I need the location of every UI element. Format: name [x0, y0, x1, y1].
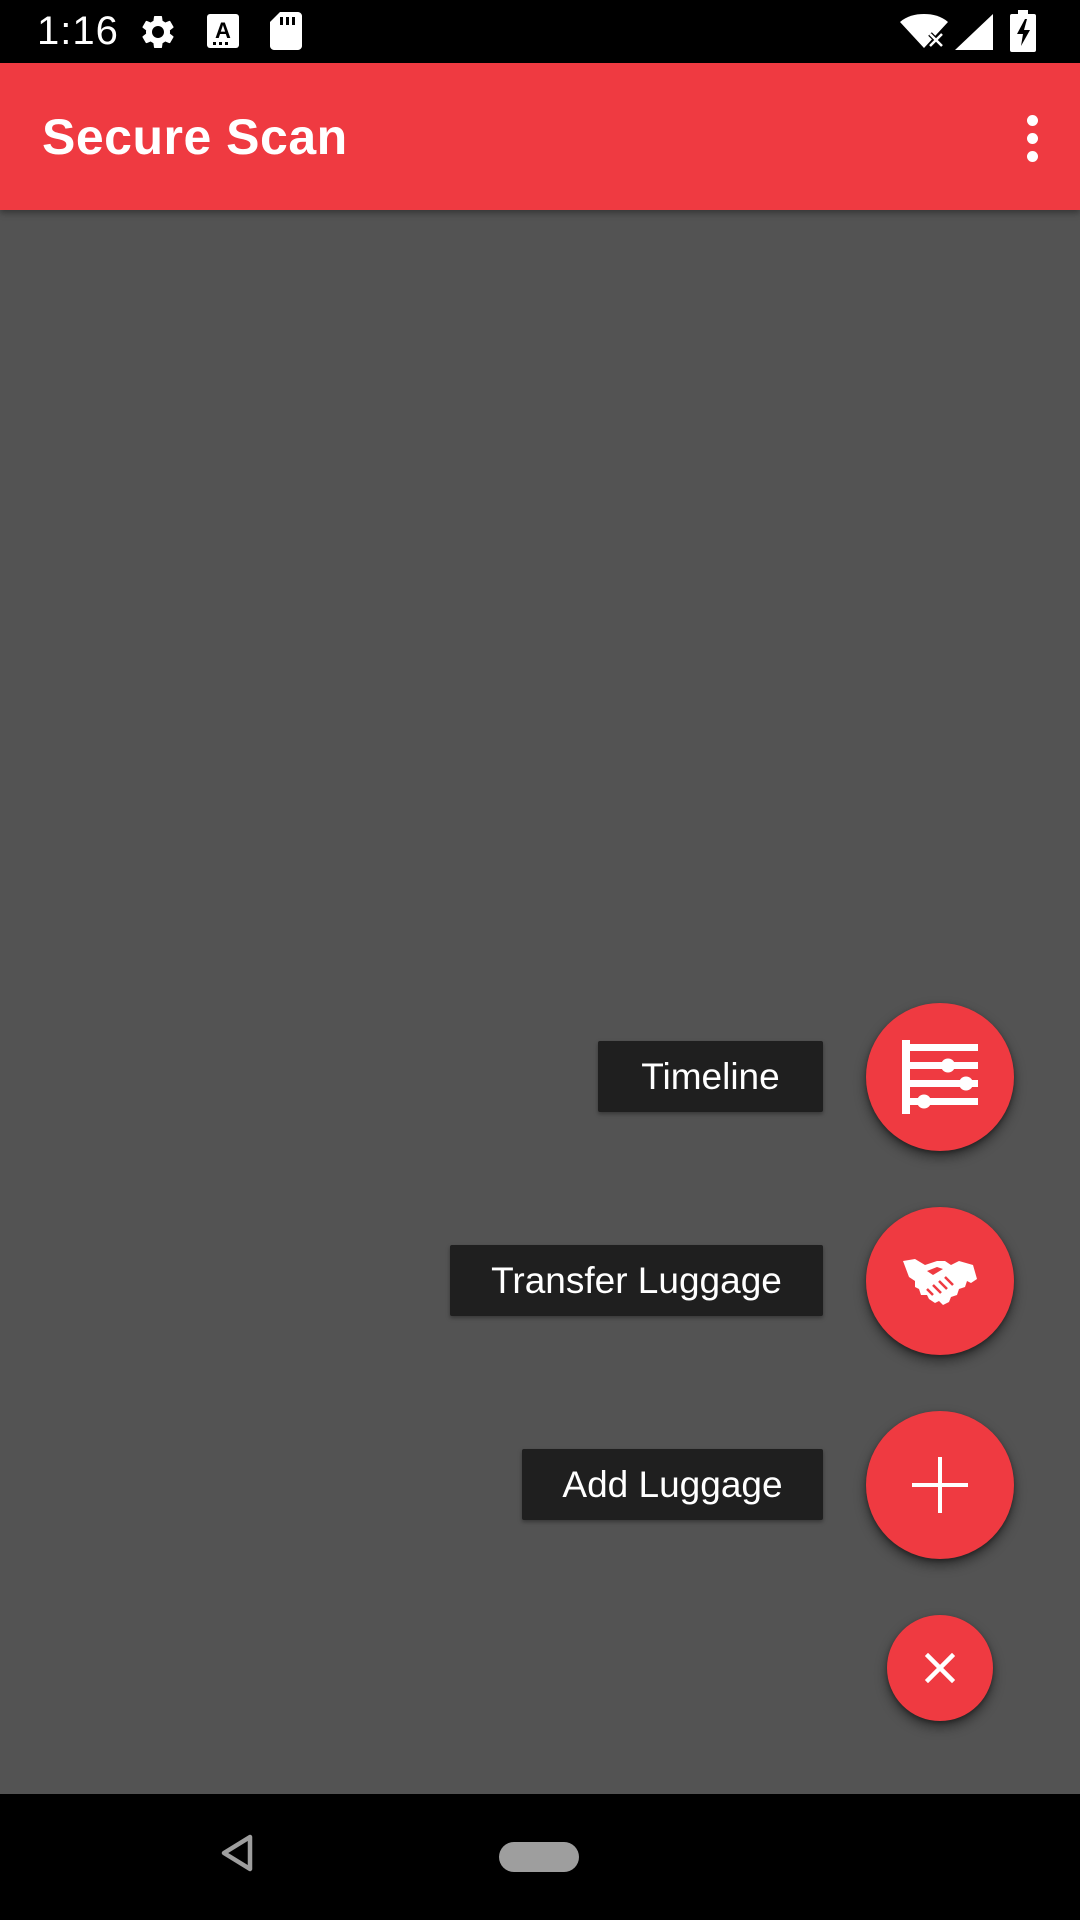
add-luggage-button[interactable] [866, 1411, 1014, 1559]
add-luggage-label-text: Add Luggage [562, 1464, 783, 1505]
settings-icon [138, 12, 178, 52]
keyboard-a-icon: A [207, 14, 239, 48]
timeline-button[interactable] [866, 1003, 1014, 1151]
timeline-label-text: Timeline [641, 1056, 780, 1097]
app-bar: Secure Scan [0, 63, 1080, 210]
transfer-luggage-label-text: Transfer Luggage [491, 1260, 782, 1301]
plus-icon [912, 1457, 968, 1513]
svg-text:A: A [215, 18, 231, 43]
more-vert-icon[interactable] [1002, 98, 1062, 178]
timeline-icon [900, 1040, 980, 1114]
wifi-off-icon [900, 14, 948, 50]
battery-charging-icon [1010, 10, 1036, 52]
cell-signal-icon [955, 14, 993, 50]
timeline-label[interactable]: Timeline [598, 1041, 823, 1112]
content-scrim[interactable] [0, 210, 1080, 1794]
handshake-icon [903, 1255, 977, 1307]
screen: 1:16 A Secure Scan Timeline Transfer Lug… [0, 0, 1080, 1920]
back-icon[interactable] [220, 1834, 254, 1877]
app-title: Secure Scan [42, 109, 348, 165]
status-time: 1:16 [37, 9, 119, 53]
close-icon [925, 1653, 955, 1683]
transfer-luggage-label[interactable]: Transfer Luggage [450, 1245, 823, 1316]
add-luggage-label[interactable]: Add Luggage [522, 1449, 823, 1520]
sd-card-icon [270, 12, 302, 50]
status-bar: 1:16 A [0, 0, 1080, 63]
transfer-luggage-button[interactable] [866, 1207, 1014, 1355]
close-speed-dial-button[interactable] [887, 1615, 993, 1721]
home-pill-icon[interactable] [499, 1842, 579, 1872]
